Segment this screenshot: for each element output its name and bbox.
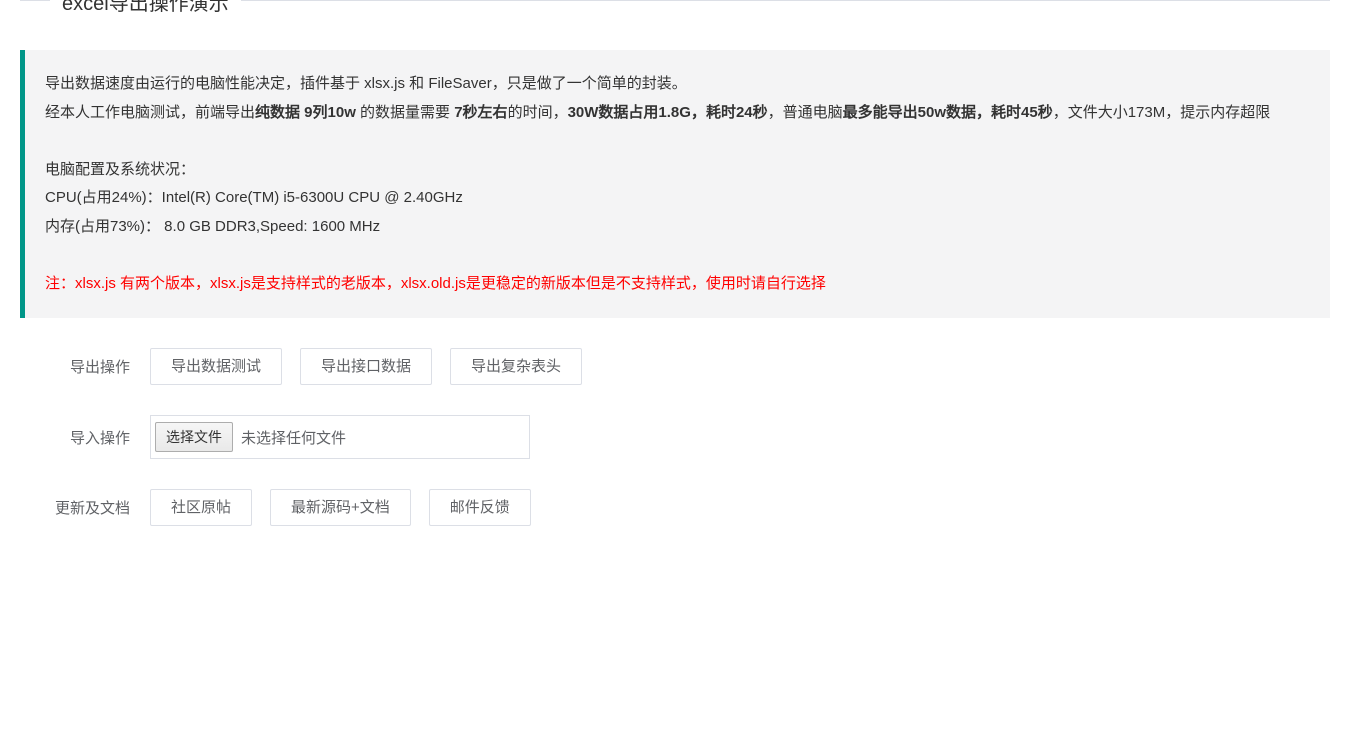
import-row: 导入操作 选择文件 未选择任何文件 — [20, 415, 1330, 459]
export-complex-button[interactable]: 导出复杂表头 — [450, 348, 582, 385]
file-input-wrapper[interactable]: 选择文件 未选择任何文件 — [150, 415, 530, 459]
section-fieldset: excel导出操作演示 — [20, 0, 1330, 30]
source-docs-button[interactable]: 最新源码+文档 — [270, 489, 411, 526]
file-status-text: 未选择任何文件 — [241, 427, 346, 448]
export-api-button[interactable]: 导出接口数据 — [300, 348, 432, 385]
info-block: 导出数据速度由运行的电脑性能决定，插件基于 xlsx.js 和 FileSave… — [20, 50, 1330, 318]
cpu-line: CPU(占用24%)：Intel(R) Core(TM) i5-6300U CP… — [45, 184, 1310, 213]
warning-note: 注：xlsx.js 有两个版本，xlsx.js是支持样式的老版本，xlsx.ol… — [45, 270, 1310, 299]
config-header: 电脑配置及系统状况： — [45, 156, 1310, 185]
form-area: 导出操作 导出数据测试 导出接口数据 导出复杂表头 导入操作 选择文件 未选择任… — [0, 348, 1350, 576]
export-test-button[interactable]: 导出数据测试 — [150, 348, 282, 385]
choose-file-button[interactable]: 选择文件 — [155, 422, 233, 452]
docs-label: 更新及文档 — [20, 497, 150, 518]
email-feedback-button[interactable]: 邮件反馈 — [429, 489, 531, 526]
community-post-button[interactable]: 社区原帖 — [150, 489, 252, 526]
info-line-1: 导出数据速度由运行的电脑性能决定，插件基于 xlsx.js 和 FileSave… — [45, 70, 1310, 99]
export-label: 导出操作 — [20, 356, 150, 377]
section-legend: excel导出操作演示 — [50, 0, 241, 16]
docs-row: 更新及文档 社区原帖 最新源码+文档 邮件反馈 — [20, 489, 1330, 526]
info-line-2: 经本人工作电脑测试，前端导出纯数据 9列10w 的数据量需要 7秒左右的时间，3… — [45, 99, 1310, 128]
mem-line: 内存(占用73%)： 8.0 GB DDR3,Speed: 1600 MHz — [45, 213, 1310, 242]
export-row: 导出操作 导出数据测试 导出接口数据 导出复杂表头 — [20, 348, 1330, 385]
import-label: 导入操作 — [20, 427, 150, 448]
